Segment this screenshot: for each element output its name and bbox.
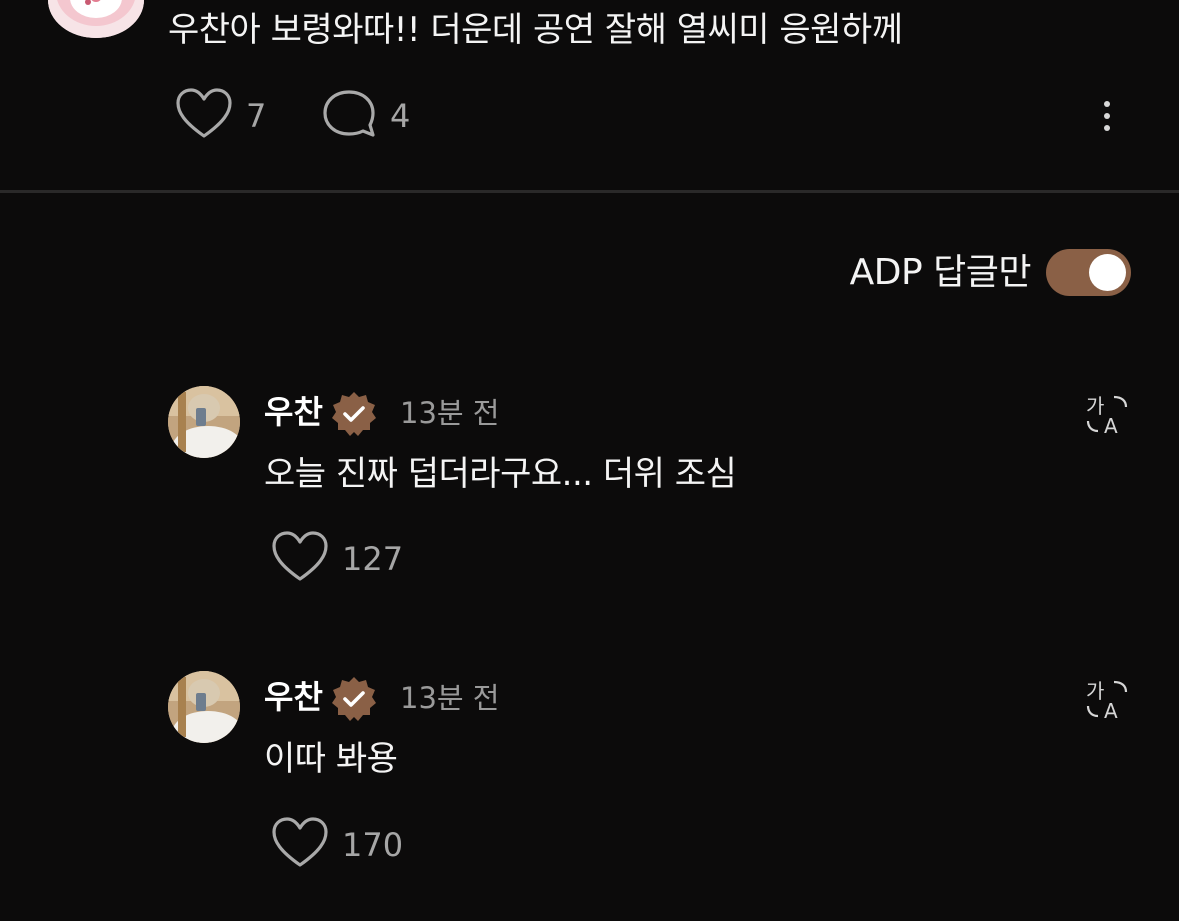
adp-replies-only-label: ADP 답글만 [849,252,1032,293]
reply-like-count: 127 [342,540,404,578]
post-comment-count: 4 [390,97,411,135]
verified-badge-icon [330,390,378,438]
adp-replies-only-toggle[interactable] [1046,249,1131,296]
reply-author-avatar[interactable] [168,671,240,743]
toggle-knob [1089,254,1126,291]
translate-button[interactable]: 가 A [1084,391,1130,438]
vertical-dots-icon [1104,101,1110,107]
translate-icon: 가 A [1086,394,1128,438]
reply-like-button[interactable]: 127 [270,531,403,587]
speech-bubble-icon [320,86,378,146]
svg-text:A: A [1104,699,1118,722]
heart-outline-icon [174,86,234,146]
svg-text:가: 가 [1086,394,1104,418]
post-like-count: 7 [246,97,267,135]
reply-timestamp: 13분 전 [400,681,500,715]
reply-timestamp: 13분 전 [400,396,500,430]
verified-badge-icon [330,675,378,723]
section-divider [0,190,1179,193]
svg-text:A: A [1104,414,1118,437]
svg-text:가: 가 [1086,679,1104,703]
reply-author-name[interactable]: 우찬 [264,390,323,434]
post-like-button[interactable]: 7 [174,88,266,144]
post-text: 우찬아 보령와따!! 더운데 공연 잘해 열씨미 응원하께 [168,10,903,50]
reply-text: 이따 봐용 [264,739,398,779]
reply-like-count: 170 [342,826,404,864]
translate-button[interactable]: 가 A [1084,676,1130,723]
post-author-avatar[interactable] [48,0,144,38]
reply-like-button[interactable]: 170 [270,817,403,873]
reply-author-avatar[interactable] [168,386,240,458]
more-options-button[interactable] [1090,92,1124,140]
post-comment-button[interactable]: 4 [320,88,410,144]
heart-outline-icon [270,815,330,875]
translate-icon: 가 A [1086,679,1128,723]
reply-text: 오늘 진짜 덥더라구요... 더위 조심 [264,454,737,494]
reply-author-name[interactable]: 우찬 [264,675,323,719]
heart-outline-icon [270,529,330,589]
